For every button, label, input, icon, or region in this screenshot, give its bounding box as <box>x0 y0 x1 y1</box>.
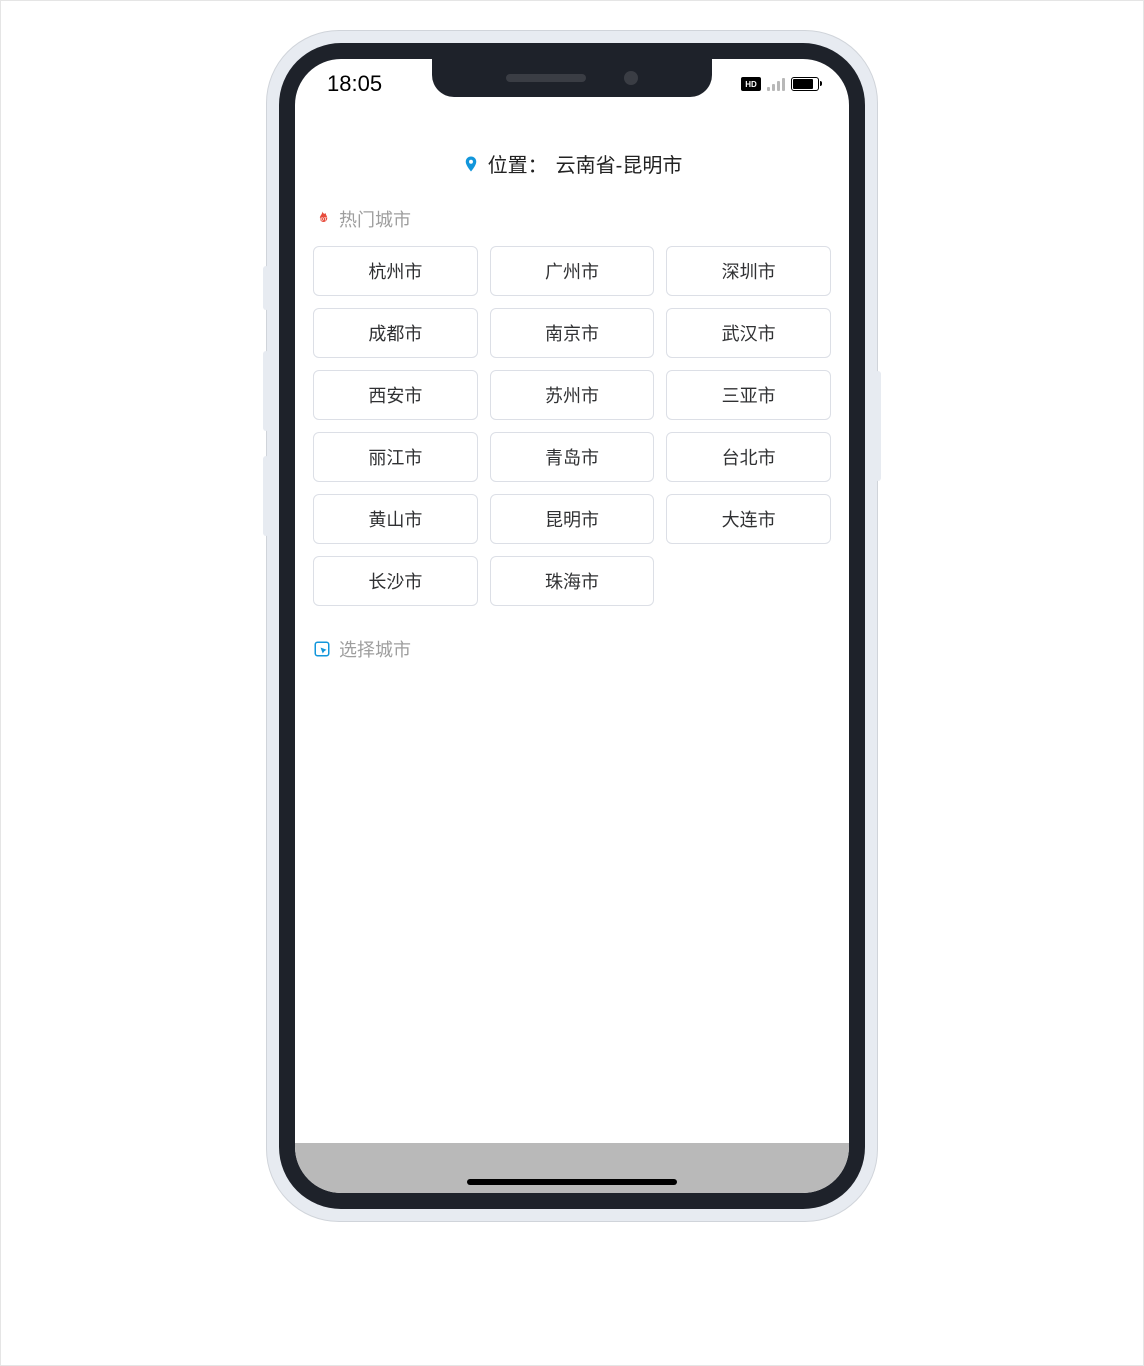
city-option[interactable]: 大连市 <box>666 494 831 544</box>
content-area[interactable]: 位置： 云南省-昆明市 HOT 热门城市 杭州市广州市深圳市成都市南京市武汉市西… <box>295 109 849 1193</box>
front-camera <box>624 71 638 85</box>
city-option[interactable]: 昆明市 <box>490 494 655 544</box>
speaker-grill <box>506 74 586 82</box>
phone-frame: 18:05 HD 位置： 云南省-昆明市 HOT <box>267 31 877 1221</box>
city-option[interactable]: 珠海市 <box>490 556 655 606</box>
city-option[interactable]: 苏州市 <box>490 370 655 420</box>
svg-text:HOT: HOT <box>317 217 327 222</box>
cursor-select-icon <box>313 640 331 658</box>
battery-icon <box>791 77 819 91</box>
volume-up-button <box>263 351 269 431</box>
city-option[interactable]: 成都市 <box>313 308 478 358</box>
hot-cities-header: HOT 热门城市 <box>313 206 831 232</box>
city-option[interactable]: 三亚市 <box>666 370 831 420</box>
volume-down-button <box>263 456 269 536</box>
hot-cities-title: 热门城市 <box>339 206 411 232</box>
home-indicator[interactable] <box>467 1179 677 1185</box>
city-option[interactable]: 青岛市 <box>490 432 655 482</box>
location-pin-icon <box>462 153 480 175</box>
phone-notch <box>432 59 712 97</box>
city-option[interactable]: 西安市 <box>313 370 478 420</box>
signal-icon <box>767 77 785 91</box>
hd-badge-icon: HD <box>741 77 761 91</box>
power-button <box>875 371 881 481</box>
status-icons: HD <box>741 77 819 91</box>
city-option[interactable]: 南京市 <box>490 308 655 358</box>
side-button <box>263 266 269 310</box>
city-option[interactable]: 深圳市 <box>666 246 831 296</box>
bottom-shade <box>295 1143 849 1193</box>
city-option[interactable]: 长沙市 <box>313 556 478 606</box>
location-value: 云南省-昆明市 <box>556 149 683 178</box>
hot-city-grid: 杭州市广州市深圳市成都市南京市武汉市西安市苏州市三亚市丽江市青岛市台北市黄山市昆… <box>309 246 835 606</box>
current-location[interactable]: 位置： 云南省-昆明市 <box>309 149 835 178</box>
status-time: 18:05 <box>327 71 382 97</box>
phone-device: 18:05 HD 位置： 云南省-昆明市 HOT <box>279 43 865 1209</box>
select-city-header[interactable]: 选择城市 <box>313 636 831 662</box>
city-option[interactable]: 丽江市 <box>313 432 478 482</box>
city-option[interactable]: 广州市 <box>490 246 655 296</box>
city-option[interactable]: 杭州市 <box>313 246 478 296</box>
phone-screen: 18:05 HD 位置： 云南省-昆明市 HOT <box>295 59 849 1193</box>
city-option[interactable]: 台北市 <box>666 432 831 482</box>
location-label: 位置： <box>488 149 548 178</box>
city-option[interactable]: 黄山市 <box>313 494 478 544</box>
city-option[interactable]: 武汉市 <box>666 308 831 358</box>
hot-icon: HOT <box>313 210 331 228</box>
select-city-title: 选择城市 <box>339 636 411 662</box>
